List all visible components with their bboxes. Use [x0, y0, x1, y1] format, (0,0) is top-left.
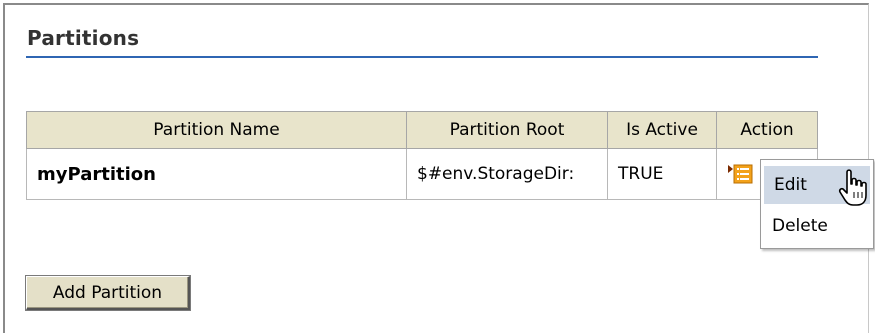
hand-pointer-cursor-icon — [838, 169, 867, 206]
partition-root-cell: $#env.StorageDir: — [406, 148, 608, 200]
partitions-table: Partition Name Partition Root Is Active … — [26, 111, 818, 200]
column-header-partition-name[interactable]: Partition Name — [26, 111, 407, 149]
table-row: myPartition $#env.StorageDir: TRUE — [26, 148, 818, 200]
column-header-partition-root[interactable]: Partition Root — [406, 111, 608, 149]
column-header-action: Action — [716, 111, 818, 149]
title-divider — [26, 56, 818, 58]
partition-name-cell: myPartition — [26, 148, 407, 200]
section-title: Partitions — [27, 26, 140, 50]
menu-item-delete[interactable]: Delete — [764, 207, 870, 245]
column-header-is-active[interactable]: Is Active — [607, 111, 717, 149]
is-active-cell: TRUE — [607, 148, 717, 200]
action-menu-icon[interactable] — [727, 163, 755, 185]
table-header-row: Partition Name Partition Root Is Active … — [26, 111, 818, 149]
add-partition-button[interactable]: Add Partition — [26, 276, 190, 310]
